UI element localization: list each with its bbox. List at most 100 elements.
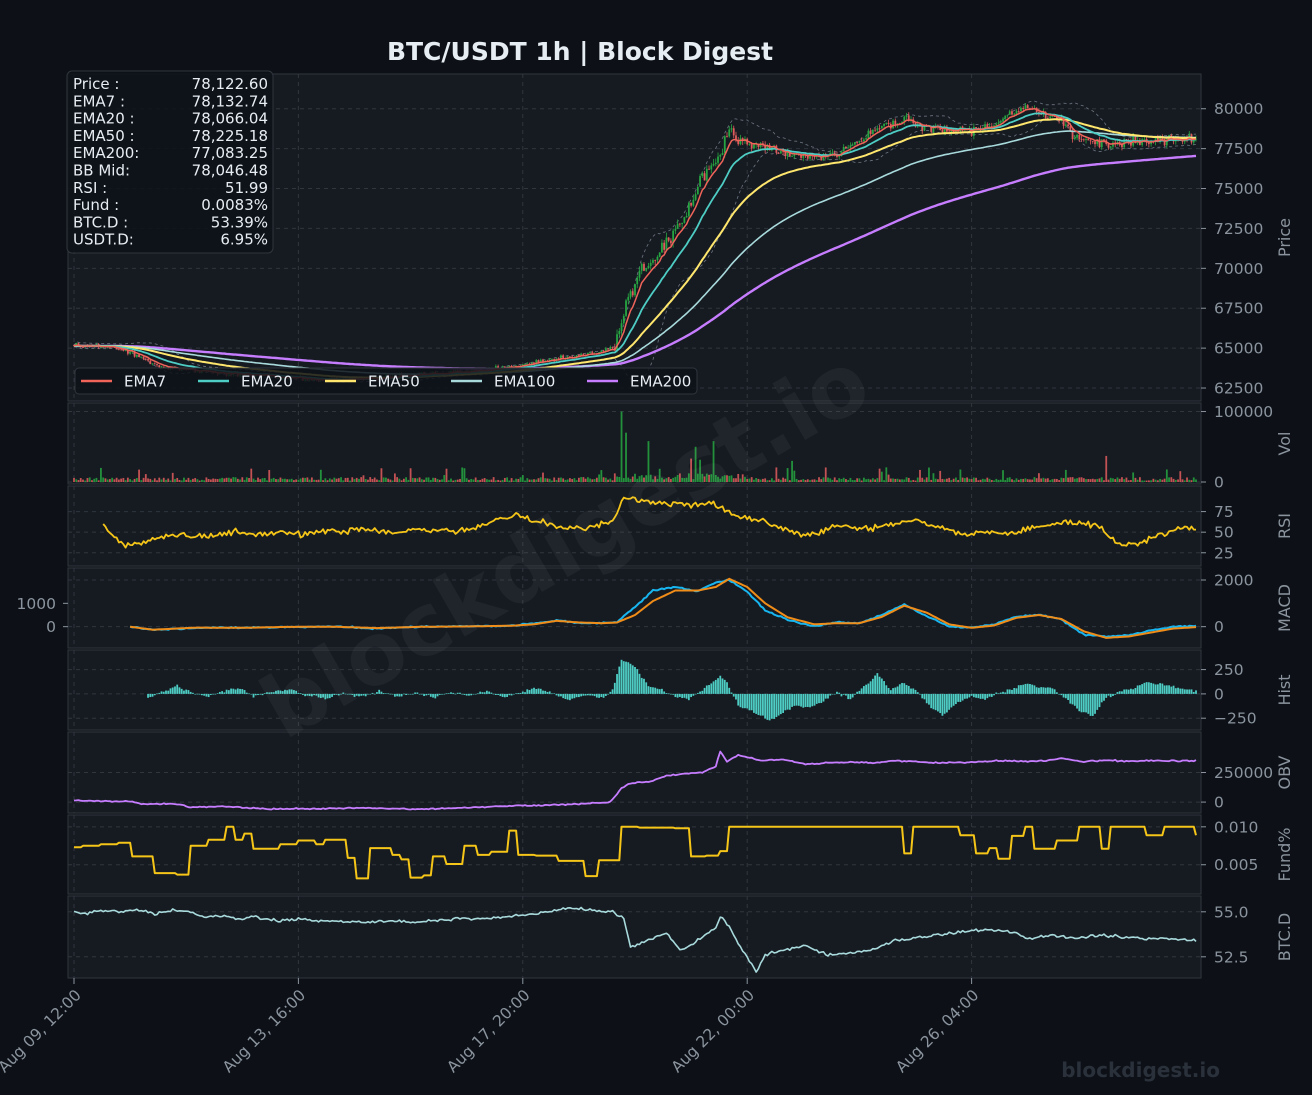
candle-body bbox=[551, 358, 553, 360]
hist-bar bbox=[914, 689, 917, 694]
hist-bar bbox=[670, 693, 672, 695]
y-tick-label: 80000 bbox=[1214, 100, 1263, 118]
volume-bar bbox=[75, 479, 78, 482]
candle-body bbox=[153, 363, 156, 365]
hist-bar bbox=[678, 693, 681, 697]
hist-bar bbox=[923, 693, 926, 700]
hist-bar bbox=[544, 690, 547, 694]
candle-body bbox=[82, 347, 84, 348]
volume-bar bbox=[367, 479, 369, 482]
hist-bar bbox=[889, 690, 892, 694]
chart-root: BTC/USDT 1h | Block Digest 80000 77500 750… bbox=[0, 0, 1312, 1095]
volume-bar bbox=[86, 478, 89, 482]
hist-bar bbox=[631, 665, 634, 694]
hist-bar bbox=[1020, 685, 1022, 694]
hist-bar bbox=[658, 689, 661, 694]
volume-bar bbox=[1130, 480, 1132, 482]
hist-bar bbox=[1123, 689, 1126, 694]
hist-bar bbox=[768, 693, 771, 721]
volume-bar bbox=[1118, 478, 1121, 482]
hist-bar bbox=[676, 693, 679, 698]
hist-bar bbox=[223, 692, 226, 694]
volume-bar bbox=[450, 478, 452, 482]
hist-bar bbox=[598, 693, 600, 698]
volume-bar bbox=[1089, 479, 1092, 482]
volume-bar bbox=[488, 479, 491, 482]
volume-bar bbox=[396, 477, 399, 482]
hist-bar bbox=[512, 693, 515, 695]
hist-bar bbox=[896, 686, 899, 694]
volume-bar bbox=[371, 478, 374, 482]
candle-body bbox=[1147, 142, 1150, 145]
candle-body bbox=[849, 145, 852, 148]
hist-bar bbox=[551, 693, 553, 695]
hist-bar bbox=[221, 691, 224, 694]
volume-bar bbox=[1038, 473, 1040, 482]
volume-bar bbox=[499, 480, 502, 482]
hist-bar bbox=[845, 693, 847, 696]
volume-bar bbox=[1080, 477, 1083, 482]
candle-body bbox=[1024, 105, 1027, 109]
hist-bar bbox=[1094, 693, 1096, 714]
hist-bar bbox=[452, 692, 455, 694]
hist-bar bbox=[636, 669, 639, 694]
volume-bar bbox=[1177, 479, 1179, 482]
info-label: Price : bbox=[73, 75, 119, 93]
hist-bar bbox=[1112, 693, 1114, 696]
volume-bar bbox=[809, 480, 811, 482]
hist-bar bbox=[1080, 693, 1083, 713]
volume-bar bbox=[477, 480, 479, 482]
info-value: 0.0083% bbox=[201, 196, 268, 214]
x-axis: Aug 09, 12:00 Aug 13, 16:00 Aug 17, 20:00 A… bbox=[0, 978, 982, 1076]
hist-bar bbox=[564, 693, 567, 699]
volume-bar bbox=[1145, 480, 1148, 482]
volume-bar bbox=[1015, 478, 1018, 482]
hist-bar bbox=[165, 690, 167, 694]
hist-bar bbox=[1100, 693, 1103, 703]
hist-bar bbox=[880, 678, 883, 694]
volume-bar bbox=[196, 479, 199, 482]
volume-bar bbox=[315, 479, 318, 482]
hist-bar bbox=[537, 688, 540, 694]
y-tick-label: 67500 bbox=[1214, 300, 1263, 318]
hist-bar bbox=[892, 688, 894, 694]
hist-bar bbox=[423, 693, 425, 697]
hist-bar bbox=[521, 691, 524, 694]
candle-body bbox=[1181, 140, 1184, 142]
candle-body bbox=[869, 130, 872, 134]
hist-bar bbox=[797, 693, 800, 706]
volume-bar bbox=[239, 479, 241, 482]
volume-bar bbox=[975, 477, 977, 482]
volume-bar bbox=[438, 479, 441, 482]
candle-body bbox=[140, 356, 143, 358]
hist-bar bbox=[919, 693, 921, 695]
hist-bar bbox=[963, 693, 966, 699]
hist-bar bbox=[187, 690, 190, 694]
volume-bar bbox=[894, 478, 897, 482]
hist-bar bbox=[937, 693, 939, 712]
volume-bar bbox=[322, 480, 324, 482]
volume-bar bbox=[385, 477, 387, 482]
hist-bar bbox=[560, 693, 562, 697]
volume-bar bbox=[326, 480, 329, 482]
panels-layer: 8000077500750007250070000675006500062500… bbox=[0, 70, 1294, 1076]
candle-body bbox=[858, 140, 861, 143]
hist-bar bbox=[530, 688, 533, 694]
hist-bar bbox=[580, 693, 583, 697]
volume-bar bbox=[443, 475, 446, 482]
volume-bar bbox=[551, 480, 553, 482]
volume-bar bbox=[131, 480, 134, 482]
volume-bar bbox=[546, 478, 549, 482]
hist-bar bbox=[1145, 682, 1148, 694]
y-tick-label: 0 bbox=[1214, 685, 1224, 703]
hist-bar bbox=[750, 693, 753, 711]
candle-body bbox=[620, 323, 623, 331]
legend-label: EMA50 bbox=[368, 373, 420, 391]
volume-bar bbox=[252, 478, 255, 482]
volume-bar bbox=[1165, 469, 1168, 482]
volume-bar bbox=[972, 477, 975, 482]
hist-bar bbox=[1046, 687, 1049, 694]
volume-bar bbox=[867, 478, 870, 482]
hist-bar bbox=[838, 692, 841, 694]
volume-bar bbox=[827, 477, 829, 482]
